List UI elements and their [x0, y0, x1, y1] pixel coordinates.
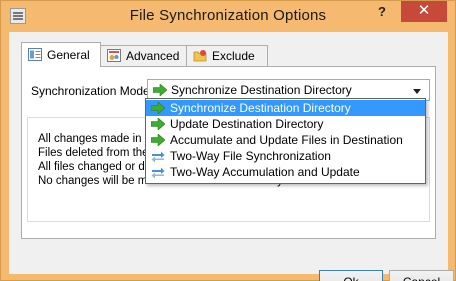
- tab-general-label: General: [47, 48, 90, 62]
- option-label: Accumulate and Update Files in Destinati…: [170, 133, 403, 147]
- tab-general[interactable]: General: [21, 42, 101, 67]
- two-way-sync-icon: [151, 167, 165, 178]
- option-label: Two-Way File Synchronization: [170, 149, 331, 163]
- tab-advanced[interactable]: Advanced: [100, 45, 187, 66]
- ok-button[interactable]: Ok: [319, 270, 383, 281]
- dropdown-option-update[interactable]: Update Destination Directory: [146, 116, 425, 132]
- option-label: Synchronize Destination Directory: [170, 101, 351, 115]
- dropdown-option-two-way-sync[interactable]: Two-Way File Synchronization: [146, 148, 425, 164]
- cancel-button[interactable]: Cancel: [389, 270, 454, 281]
- title-bar[interactable]: File Synchronization Options ? ✕: [1, 1, 455, 32]
- close-button[interactable]: ✕: [401, 1, 447, 22]
- option-label: Update Destination Directory: [170, 117, 324, 131]
- tab-advanced-label: Advanced: [126, 49, 180, 63]
- green-arrow-icon: [151, 102, 165, 114]
- tab-exclude[interactable]: Exclude: [186, 45, 268, 66]
- dropdown-option-synchronize[interactable]: Synchronize Destination Directory: [146, 100, 425, 116]
- green-arrow-icon: [153, 84, 167, 96]
- help-button[interactable]: ?: [372, 3, 392, 21]
- option-label: Two-Way Accumulation and Update: [170, 165, 360, 179]
- general-tab-icon: [28, 48, 42, 61]
- dropdown-option-two-way-accumulation[interactable]: Two-Way Accumulation and Update: [146, 164, 425, 180]
- close-icon: ✕: [417, 2, 431, 19]
- sync-mode-selected-value: Synchronize Destination Directory: [171, 83, 352, 97]
- green-arrow-icon: [151, 134, 165, 146]
- dropdown-option-accumulate[interactable]: Accumulate and Update Files in Destinati…: [146, 132, 425, 148]
- sync-mode-label: Synchronization Mode:: [31, 84, 154, 98]
- two-way-sync-icon: [151, 151, 165, 162]
- sync-mode-dropdown-list: Synchronize Destination Directory Update…: [145, 98, 426, 184]
- tab-exclude-label: Exclude: [212, 49, 255, 63]
- green-arrow-icon: [151, 118, 165, 130]
- advanced-tab-icon: [107, 49, 121, 62]
- exclude-tab-icon: [193, 50, 207, 62]
- chevron-down-icon[interactable]: [413, 89, 421, 94]
